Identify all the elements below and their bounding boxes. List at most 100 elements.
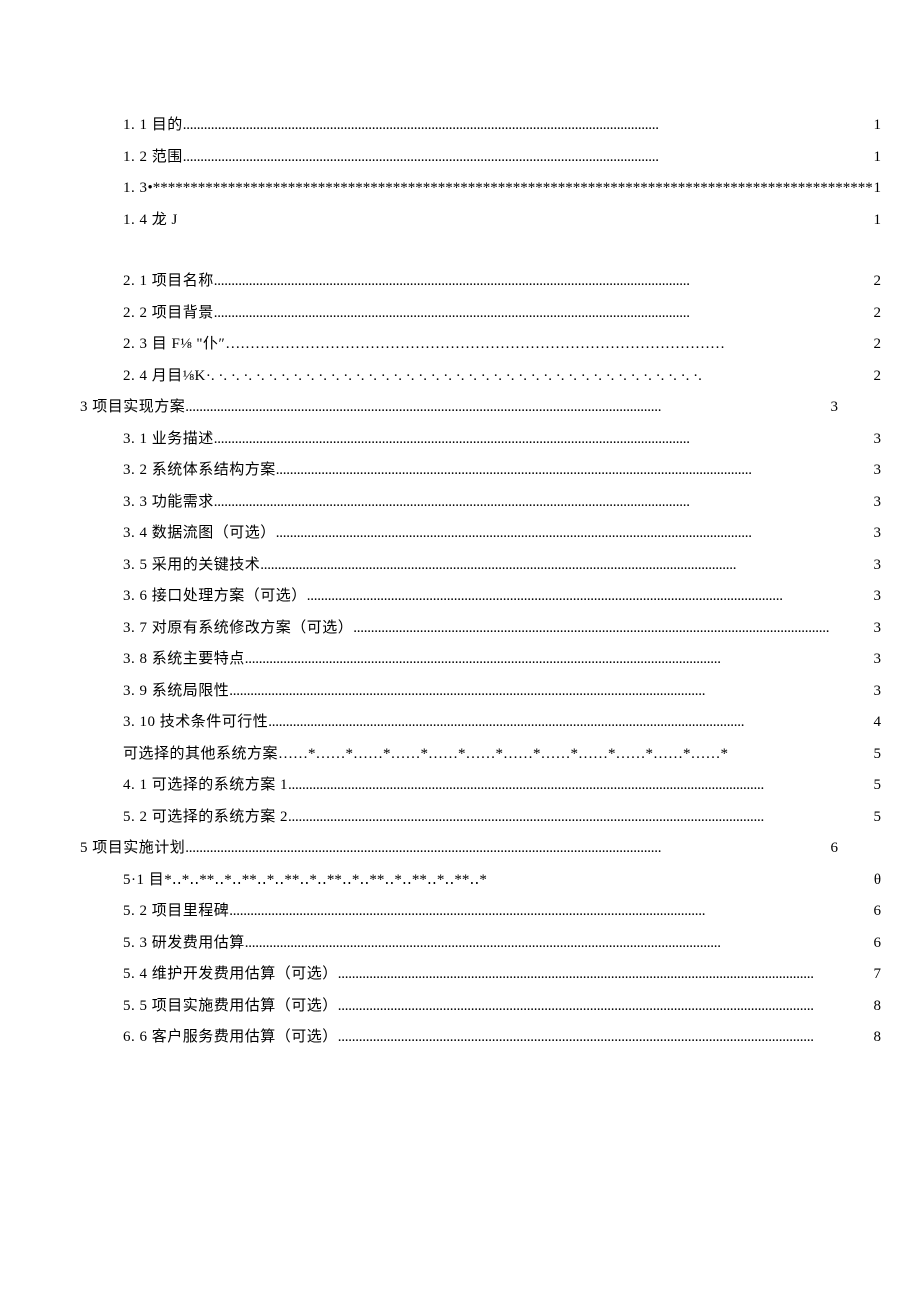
toc-page-number: 2 [872, 361, 882, 393]
toc-page-number: 5 [872, 770, 882, 802]
toc-leader [278, 739, 871, 771]
toc-entry-label: 1. 1 目的 [123, 110, 183, 142]
toc-page-number: 1 [872, 173, 882, 205]
toc-entry-label: 6. 6 客户服务费用估算（可选） [123, 1022, 338, 1054]
toc-leader [268, 707, 871, 739]
toc-entry-label: 3. 4 数据流图（可选） [123, 518, 276, 550]
toc-entry-label: 1. 2 范围 [123, 142, 183, 174]
toc-entry: 3. 5 采用的关键技术3 [80, 550, 881, 582]
toc-leader [245, 644, 872, 676]
toc-entry: 4. 1 可选择的系统方案 1 5 [80, 770, 881, 802]
toc-entry-label: 3. 9 系统局限性 [123, 676, 229, 708]
toc-page-number: 6 [872, 928, 882, 960]
table-of-contents: 1. 1 目的11. 2 范围11. 3 11. 4 龙 J12. 1 项目名称… [80, 110, 838, 1054]
toc-spacer [80, 236, 838, 266]
toc-entry-label: 5. 2 可选择的系统方案 2 [123, 802, 288, 834]
toc-leader [214, 298, 872, 330]
toc-page-number: 3 [872, 676, 882, 708]
toc-entry: 2. 2 项目背景 2 [80, 298, 881, 330]
toc-entry-label: 3. 6 接口处理方案（可选） [123, 581, 307, 613]
toc-page-number: 1 [872, 110, 882, 142]
toc-leader [178, 205, 872, 237]
toc-leader [214, 487, 872, 519]
toc-entry: 3. 9 系统局限性 3 [80, 676, 881, 708]
toc-page-number: 3 [872, 613, 882, 645]
toc-entry-label: 1. 3 [123, 173, 148, 205]
toc-entry: 3. 4 数据流图（可选） 3 [80, 518, 881, 550]
toc-entry: 3. 3 功能需求 3 [80, 487, 881, 519]
toc-leader [276, 455, 872, 487]
toc-entry-label: 3. 2 系统体系结构方案 [123, 455, 276, 487]
toc-entry-label: 5. 3 研发费用估算 [123, 928, 245, 960]
toc-entry-label: 3. 3 功能需求 [123, 487, 214, 519]
toc-page-number: 3 [872, 550, 882, 582]
toc-entry-label: 5 项目实施计划 [80, 833, 185, 865]
toc-entry: 3. 10 技术条件可行性4 [80, 707, 881, 739]
toc-entry-label: 5. 2 项目里程碑 [123, 896, 229, 928]
toc-page-number: 6 [829, 833, 839, 865]
toc-entry-label: 5·1 目 [123, 865, 164, 897]
toc-leader [229, 896, 871, 928]
toc-entry-label: 3. 10 技术条件可行性 [123, 707, 268, 739]
toc-entry: 5. 2 项目里程碑 6 [80, 896, 881, 928]
toc-entry: 1. 3 1 [80, 173, 881, 205]
toc-page-number: 1 [872, 142, 882, 174]
toc-entry: 3 项目实现方案 3 [80, 392, 838, 424]
toc-entry-label: 5. 5 项目实施费用估算（可选） [123, 991, 338, 1023]
toc-page-number: 2 [872, 298, 882, 330]
toc-leader [338, 991, 872, 1023]
toc-leader [245, 928, 872, 960]
toc-entry: 3. 7 对原有系统修改方案（可选） 3 [80, 613, 881, 645]
toc-entry: 2. 4 月目⅛K 2 [80, 361, 881, 393]
toc-entry: 5. 5 项目实施费用估算（可选）8 [80, 991, 881, 1023]
toc-entry: 5 项目实施计划 6 [80, 833, 838, 865]
toc-entry: 3. 6 接口处理方案（可选） 3 [80, 581, 881, 613]
toc-leader [164, 865, 872, 897]
toc-entry: 2. 1 项目名称 2 [80, 266, 881, 298]
toc-entry-label: 3 项目实现方案 [80, 392, 185, 424]
toc-entry-label: 2. 3 目 F⅛ "仆″…. [123, 329, 245, 361]
toc-page-number: 3 [872, 518, 882, 550]
toc-leader [229, 676, 871, 708]
toc-entry: 3. 2 系统体系结构方案 3 [80, 455, 881, 487]
document-page: 1. 1 目的11. 2 范围11. 3 11. 4 龙 J12. 1 项目名称… [0, 0, 920, 1301]
toc-page-number: 8 [872, 1022, 882, 1054]
toc-entry-label: 3. 8 系统主要特点 [123, 644, 245, 676]
toc-leader [183, 142, 872, 174]
toc-leader [307, 581, 872, 613]
toc-entry: 2. 3 目 F⅛ "仆″…. 2 [80, 329, 881, 361]
toc-page-number: 3 [872, 424, 882, 456]
toc-entry: 3. 1 业务描述 3 [80, 424, 881, 456]
toc-page-number: 6 [872, 896, 882, 928]
toc-entry-label: 4. 1 可选择的系统方案 1 [123, 770, 288, 802]
toc-leader [148, 173, 872, 205]
toc-leader [206, 361, 872, 393]
toc-page-number: 2 [872, 329, 882, 361]
toc-entry-label: 2. 1 项目名称 [123, 266, 214, 298]
toc-entry-label: 2. 4 月目⅛K [123, 361, 206, 393]
toc-entry: 3. 8 系统主要特点 3 [80, 644, 881, 676]
toc-leader [288, 802, 871, 834]
toc-leader [185, 392, 828, 424]
toc-page-number: 5 [872, 739, 882, 771]
toc-leader [288, 770, 871, 802]
toc-entry: 可选择的其他系统方案 5 [80, 739, 881, 771]
toc-leader [338, 959, 872, 991]
toc-entry-label: 2. 2 项目背景 [123, 298, 214, 330]
toc-entry: 5. 3 研发费用估算 6 [80, 928, 881, 960]
toc-leader [338, 1022, 872, 1054]
toc-entry-label: 可选择的其他系统方案 [123, 739, 278, 771]
toc-entry: 5·1 目θ [80, 865, 881, 897]
toc-leader [214, 424, 872, 456]
toc-leader [183, 110, 872, 142]
toc-entry-label: 3. 7 对原有系统修改方案（可选） [123, 613, 353, 645]
toc-page-number: 3 [872, 644, 882, 676]
toc-page-number: 3 [872, 455, 882, 487]
toc-page-number: 7 [872, 959, 882, 991]
toc-entry-label: 3. 1 业务描述 [123, 424, 214, 456]
toc-page-number: 3 [872, 487, 882, 519]
toc-entry: 5. 4 维护开发费用估算（可选）7 [80, 959, 881, 991]
toc-entry: 5. 2 可选择的系统方案 25 [80, 802, 881, 834]
toc-page-number: 3 [872, 581, 882, 613]
toc-page-number: 2 [872, 266, 882, 298]
